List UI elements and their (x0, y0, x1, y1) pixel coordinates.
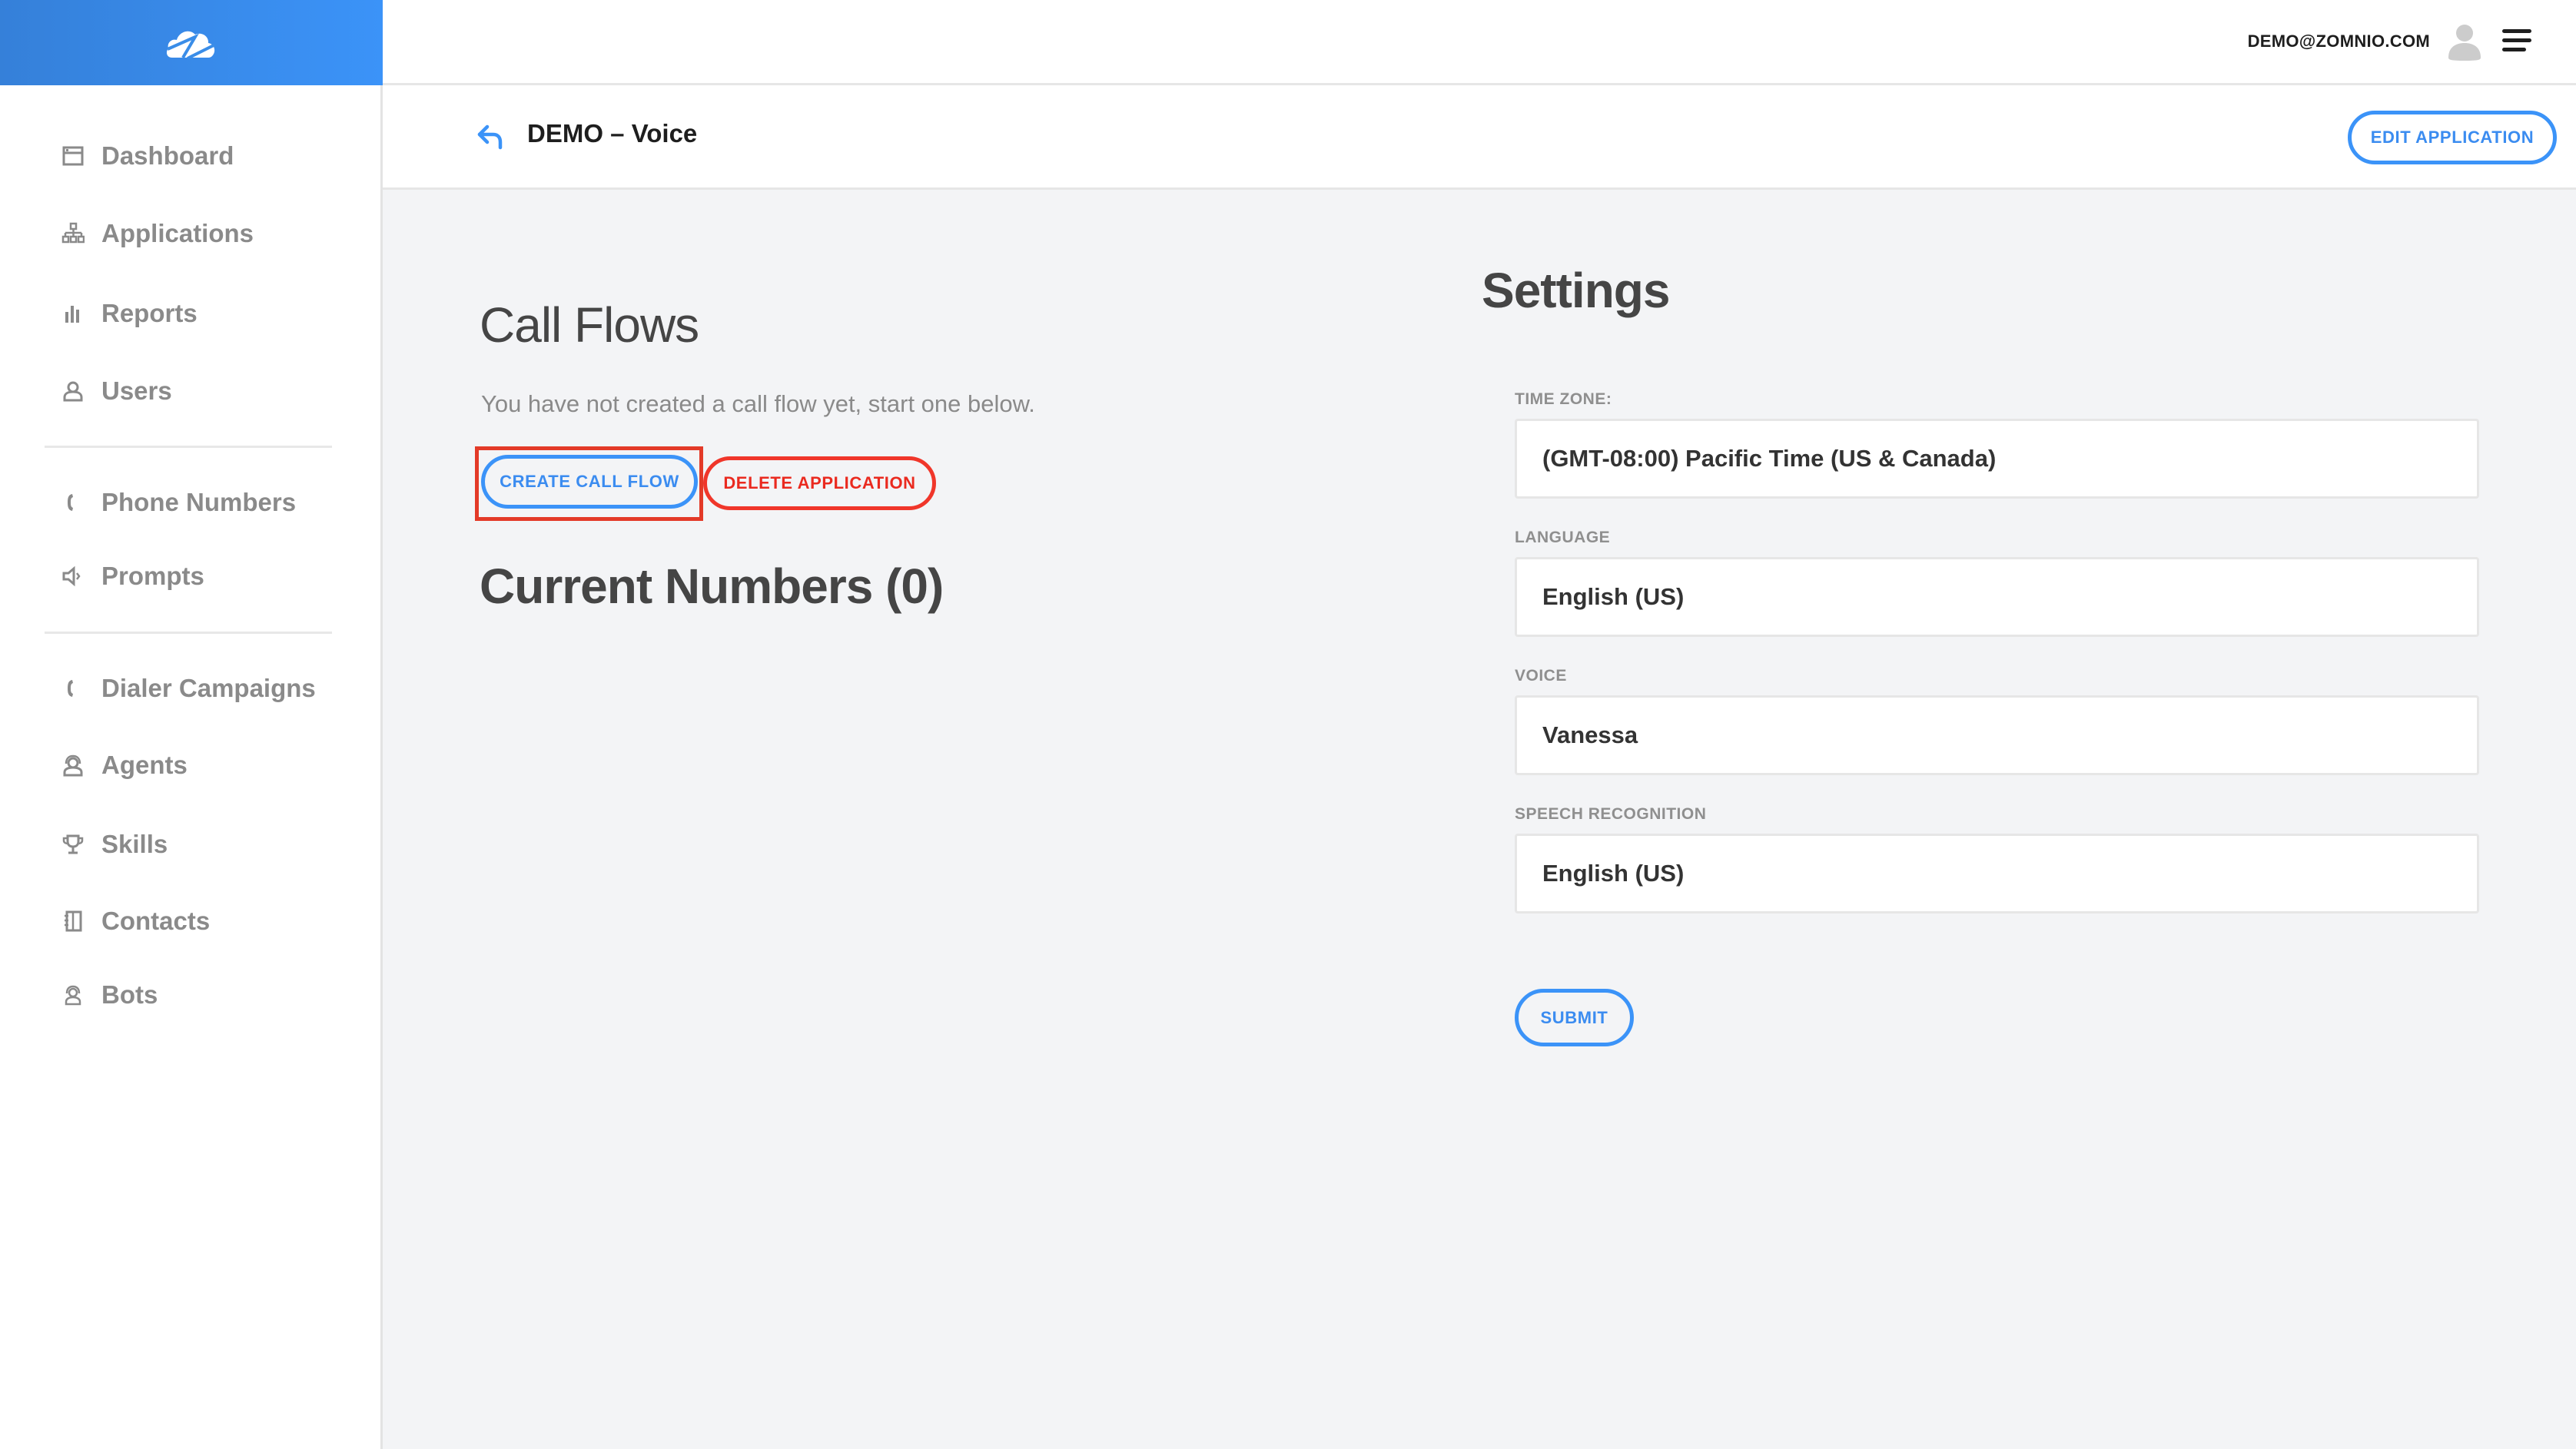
speech-recognition-select[interactable]: English (US) (1515, 834, 2479, 914)
page-header: DEMO – Voice EDIT APPLICATION (383, 85, 2576, 190)
trophy-icon (60, 831, 86, 857)
time-zone-label: TIME ZONE: (1515, 390, 1612, 408)
language-label: LANGUAGE (1515, 529, 1611, 546)
sidebar-item-agents[interactable]: Agents (60, 746, 188, 784)
settings-title: Settings (1482, 263, 1670, 318)
sidebar-item-reports[interactable]: Reports (60, 294, 198, 333)
sidebar: Dashboard Applications Reports Users Pho… (0, 85, 383, 1449)
top-header: DEMO@ZOMNIO.COM (0, 0, 2576, 85)
sidebar-item-label: Phone Numbers (101, 488, 297, 516)
user-icon (60, 378, 86, 404)
bar-chart-icon (60, 300, 86, 327)
logo[interactable] (0, 0, 383, 85)
delete-application-button[interactable]: DELETE APPLICATION (703, 456, 936, 510)
time-zone-select[interactable]: (GMT-08:00) Pacific Time (US & Canada) (1515, 419, 2479, 499)
submit-button[interactable]: SUBMIT (1515, 989, 1634, 1046)
sidebar-item-label: Bots (101, 980, 158, 1009)
hamburger-menu-icon[interactable] (2502, 29, 2533, 54)
create-call-flow-button[interactable]: CREATE CALL FLOW (481, 455, 698, 509)
sidebar-divider (45, 632, 332, 634)
speech-recognition-label: SPEECH RECOGNITION (1515, 805, 1707, 823)
voice-label: VOICE (1515, 667, 1567, 685)
sidebar-item-label: Applications (101, 219, 254, 247)
sidebar-item-label: Agents (101, 751, 188, 779)
sidebar-item-label: Prompts (101, 562, 204, 590)
user-area: DEMO@ZOMNIO.COM (2248, 0, 2533, 83)
sidebar-item-label: Dashboard (101, 141, 234, 170)
sidebar-item-label: Users (101, 376, 172, 405)
user-email[interactable]: DEMO@ZOMNIO.COM (2248, 32, 2430, 51)
phone-icon (60, 489, 86, 516)
sidebar-item-dashboard[interactable]: Dashboard (60, 137, 234, 175)
call-flows-title: Call Flows (480, 297, 699, 353)
address-book-icon (60, 908, 86, 934)
sidebar-item-label: Contacts (101, 907, 211, 935)
call-flows-empty-message: You have not created a call flow yet, st… (481, 390, 1035, 417)
sidebar-item-prompts[interactable]: Prompts (60, 557, 204, 595)
dashboard-icon (60, 143, 86, 169)
current-numbers-title: Current Numbers (0) (480, 559, 944, 614)
edit-application-button[interactable]: EDIT APPLICATION (2348, 111, 2557, 164)
sidebar-divider (45, 446, 332, 448)
headset-agent-icon (60, 752, 86, 778)
headset-bot-icon (60, 982, 86, 1008)
voice-select[interactable]: Vanessa (1515, 695, 2479, 775)
sidebar-item-label: Reports (101, 299, 198, 327)
user-avatar-icon[interactable] (2447, 22, 2482, 61)
sidebar-item-contacts[interactable]: Contacts (60, 902, 210, 940)
sidebar-item-label: Skills (101, 830, 168, 858)
back-arrow-icon[interactable] (476, 124, 506, 150)
sidebar-item-dialer-campaigns[interactable]: Dialer Campaigns (60, 669, 316, 708)
phone-icon (60, 675, 86, 701)
sidebar-item-label: Dialer Campaigns (101, 674, 316, 702)
cloud-logo-icon (166, 31, 216, 60)
speaker-icon (60, 563, 86, 589)
sidebar-item-skills[interactable]: Skills (60, 825, 168, 864)
sidebar-item-bots[interactable]: Bots (60, 976, 158, 1014)
page-title: DEMO – Voice (527, 119, 698, 148)
language-select[interactable]: English (US) (1515, 557, 2479, 637)
sitemap-icon (60, 220, 86, 247)
sidebar-item-users[interactable]: Users (60, 372, 172, 410)
sidebar-item-phone-numbers[interactable]: Phone Numbers (60, 483, 296, 522)
sidebar-item-applications[interactable]: Applications (60, 214, 254, 253)
